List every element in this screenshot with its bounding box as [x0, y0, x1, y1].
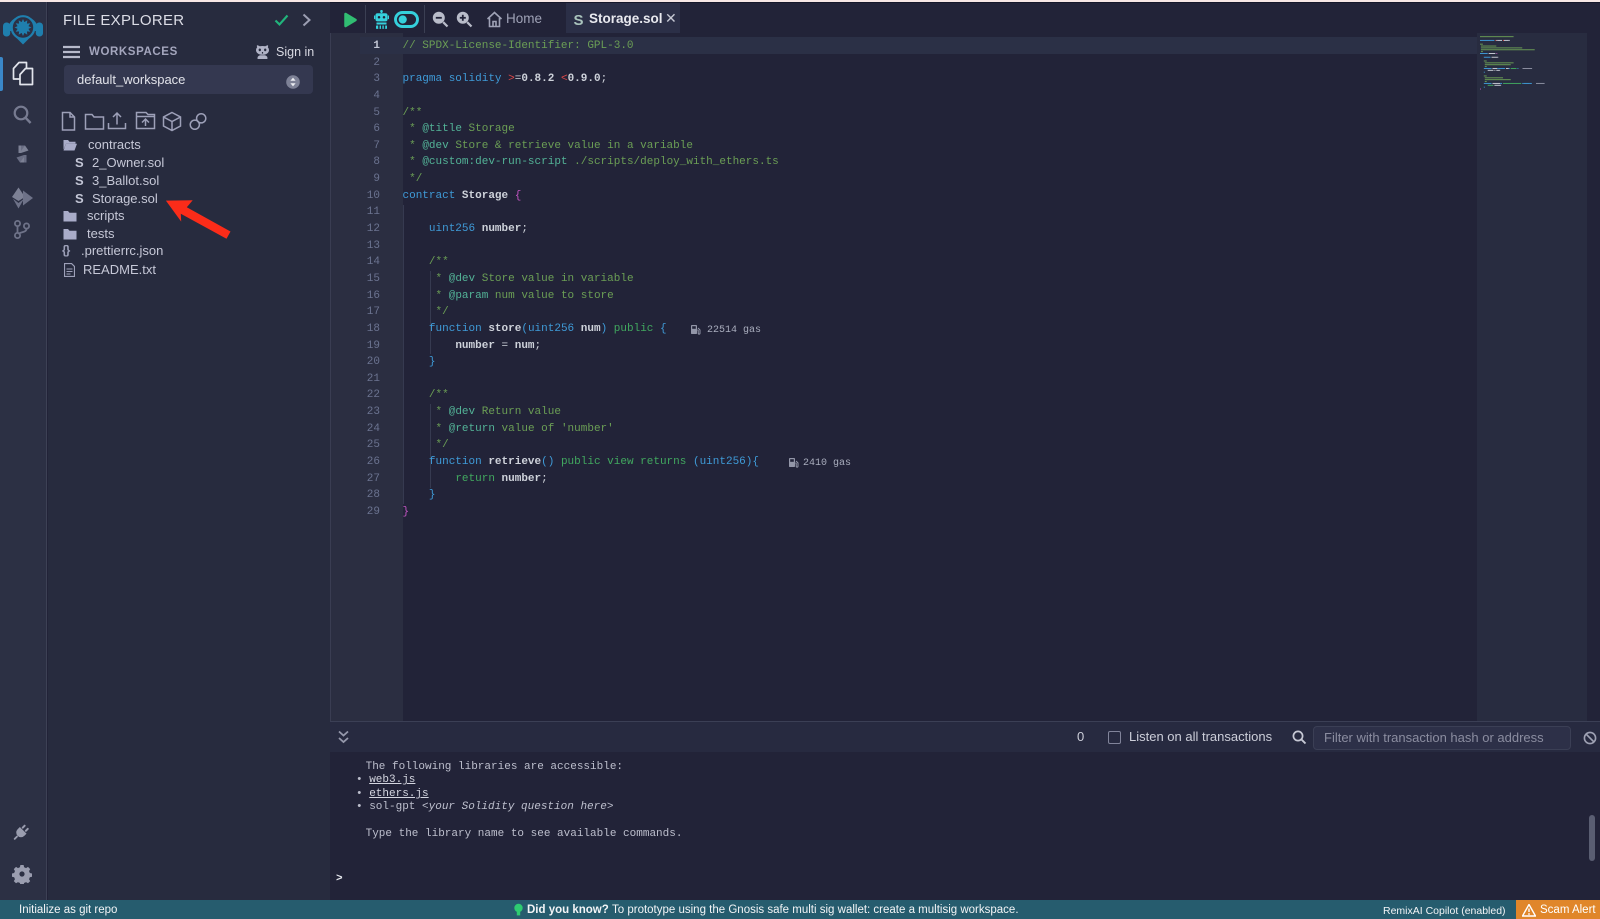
svg-text:S: S — [573, 12, 583, 28]
